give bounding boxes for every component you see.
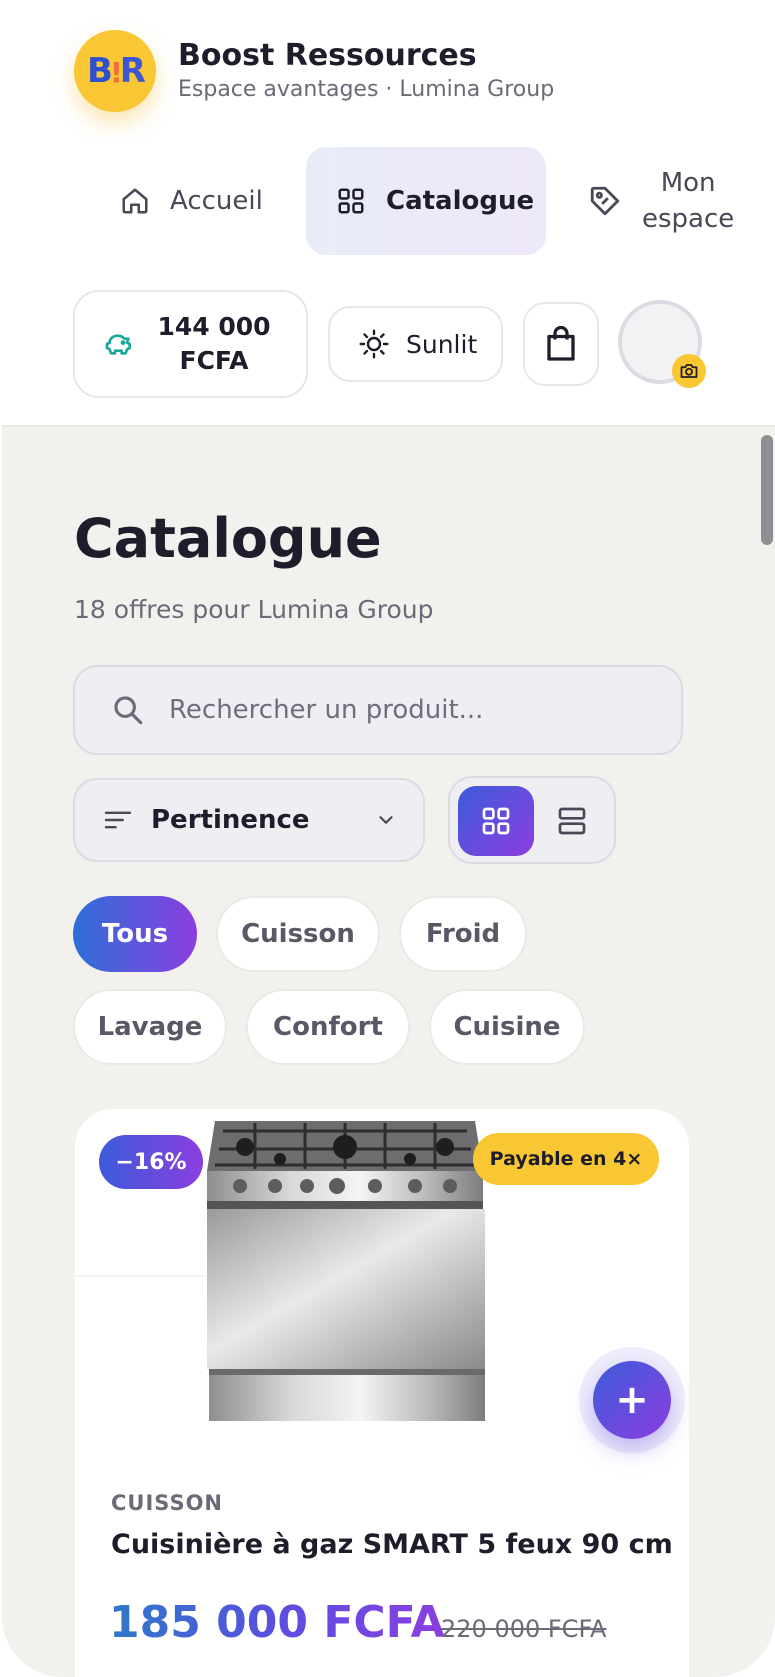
nav-label-espace: espace [642,204,735,234]
plus-icon: + [615,1377,649,1423]
search-box[interactable] [73,665,683,755]
scrollbar[interactable] [761,435,773,545]
brand-text: Boost Ressources Espace avantages · Lumi… [178,38,554,104]
view-toggle [448,776,616,864]
nav-item-mon-espace[interactable]: Mon espace [588,147,734,255]
product-name[interactable]: Cuisinière à gaz SMART 5 feux 90 cm [111,1529,673,1560]
chip-cuisson[interactable]: Cuisson [216,896,380,972]
piggy-bank-icon [105,334,131,355]
discount-badge: −16% [99,1135,203,1189]
installment-badge: Payable en 4× [473,1133,659,1185]
brand-title: Boost Ressources [178,38,477,73]
balance-value: 144 000 FCFA [149,310,279,378]
page-subtitle: 18 offres pour Lumina Group [74,595,434,624]
nav-item-accueil[interactable]: Accueil [120,147,263,255]
chip-lavage[interactable]: Lavage [73,989,227,1065]
brand-logo-text: B!R [87,51,146,91]
chevron-down-icon [379,816,393,824]
nav-label-mon-espace: Mon espace [642,165,734,237]
list-icon [558,807,586,835]
nav-label-catalogue: Catalogue [386,186,535,216]
camera-icon[interactable] [672,354,706,388]
balance-amount: 144 000 [157,312,271,341]
nav-label-accueil: Accueil [170,186,263,216]
sort-icon [104,811,132,829]
product-card[interactable]: −16% Payable en 4× + CUISSON Cuisinière … [75,1109,689,1677]
theme-toggle-button[interactable]: Sunlit [328,306,503,382]
grid-icon [482,807,510,835]
sort-select[interactable]: Pertinence [73,778,425,862]
sun-icon [359,329,389,359]
product-category: CUISSON [111,1491,224,1515]
brand-subtitle: Espace avantages · Lumina Group [178,77,555,102]
theme-label: Sunlit [406,329,478,359]
nav-item-catalogue[interactable]: Catalogue [306,147,546,255]
main-nav: Accueil Catalogue Mon espace [0,147,775,255]
search-input[interactable] [169,695,649,725]
page-title: Catalogue [74,507,382,570]
chip-tous[interactable]: Tous [73,896,197,972]
balance-currency: FCFA [179,346,249,375]
search-icon [114,696,143,725]
balance-widget[interactable]: 144 000 FCFA [73,290,308,398]
brand-logo: B!R [74,30,156,112]
chip-froid[interactable]: Froid [399,896,527,972]
chip-confort[interactable]: Confort [246,989,410,1065]
add-to-cart-button[interactable]: + [593,1361,671,1439]
utility-bar: 144 000 FCFA Sunlit [0,290,775,400]
grid-view-button[interactable] [458,786,534,856]
catalogue-main: Catalogue 18 offres pour Lumina Group Pe… [2,425,775,1677]
cart-button[interactable] [523,302,599,386]
nav-label-mon: Mon [660,168,716,198]
product-old-price: 220 000 FCFA [441,1615,607,1643]
chip-cuisine[interactable]: Cuisine [429,989,585,1065]
grid-icon [338,188,364,214]
sort-label: Pertinence [151,805,310,835]
product-price: 185 000 FCFA [109,1597,445,1648]
tag-icon [590,186,620,216]
brand-header[interactable]: B!R Boost Ressources Espace avantages · … [74,30,554,112]
home-icon [122,188,148,214]
shopping-bag-icon [547,326,575,361]
list-view-button[interactable] [534,786,610,856]
